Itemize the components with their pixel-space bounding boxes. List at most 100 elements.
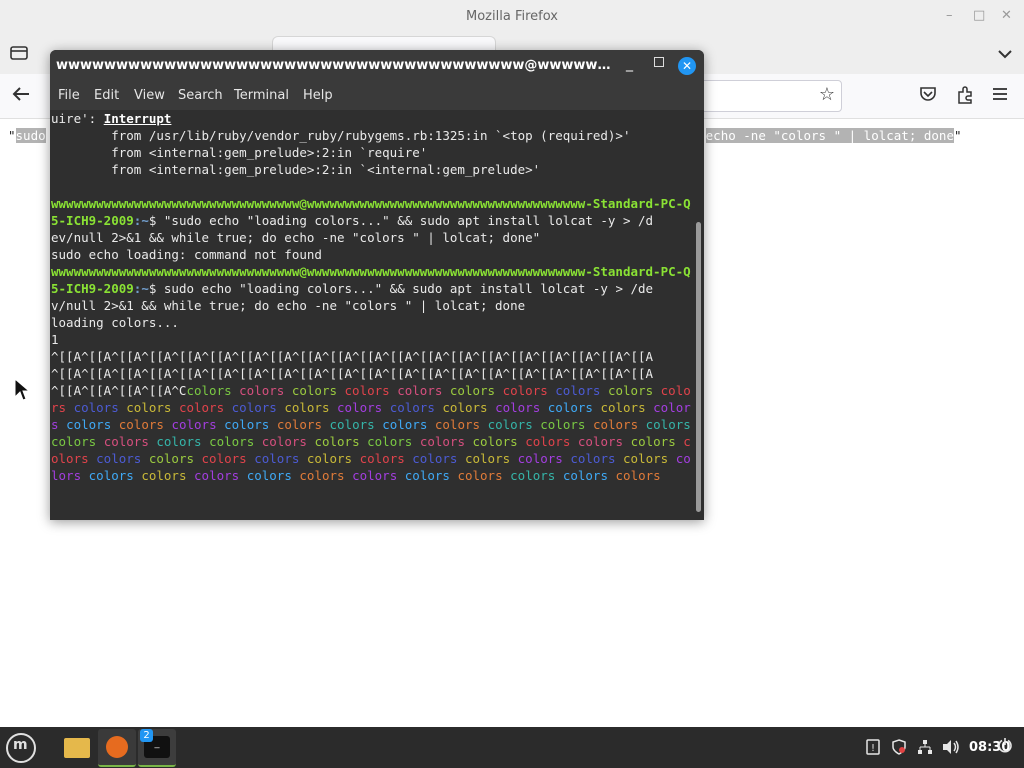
colors-word: colors	[449, 383, 503, 398]
colors-word: colors	[367, 434, 420, 449]
colors-word: colors	[607, 383, 661, 398]
prompt-user: 5-ICH9-2009	[51, 213, 134, 228]
terminal-window[interactable]: wwwwwwwwwwwwwwwwwwwwwwwwwwwwwwwwwwwwwww@…	[50, 50, 704, 520]
menu-file[interactable]: File	[58, 88, 80, 103]
taskbar-firefox[interactable]	[98, 729, 136, 767]
colors-word: colors	[623, 451, 676, 466]
output-line: from <internal:gem_prelude>:2:in `<inter…	[51, 162, 541, 177]
output-line: uire':	[51, 111, 104, 126]
terminal-titlebar[interactable]: wwwwwwwwwwwwwwwwwwwwwwwwwwwwwwwwwwwwwww@…	[50, 50, 704, 82]
menu-help[interactable]: Help	[303, 88, 333, 103]
colors-word: colors	[126, 400, 179, 415]
menu-edit[interactable]: Edit	[94, 88, 119, 103]
terminal-scrollbar[interactable]	[696, 222, 701, 512]
shield-icon[interactable]	[891, 739, 907, 759]
colors-word: colors	[141, 468, 195, 483]
chevron-down-icon[interactable]	[998, 44, 1012, 63]
colors-word: colors	[231, 400, 285, 415]
colors-word: colors	[397, 383, 450, 398]
taskbar-files[interactable]	[58, 729, 96, 765]
output-line: from <internal:gem_prelude>:2:in `requir…	[51, 145, 428, 160]
colors-word: colors	[555, 383, 608, 398]
colors-word: colors	[103, 434, 157, 449]
folder-icon	[64, 738, 90, 758]
colors-word: colors	[88, 468, 142, 483]
prompt-user: wwwwwwwwwwwwwwwwwwwwwwwwwwwwwwwww@wwwwww…	[51, 196, 691, 211]
power-icon[interactable]	[997, 737, 1015, 755]
output-line: from /usr/lib/ruby/vendor_ruby/rubygems.…	[51, 128, 631, 143]
svg-text:!: !	[871, 743, 875, 754]
colors-word: colors	[570, 451, 624, 466]
firefox-titlebar: Mozilla Firefox – □ ✕	[0, 0, 1024, 34]
colors-word: colors	[434, 417, 488, 432]
colors-word: colors	[540, 417, 593, 432]
prompt-path: :~	[133, 281, 149, 296]
error-line: sudo echo loading: command not found	[51, 247, 322, 262]
colors-word: colors	[314, 434, 368, 449]
colors-word: colors	[261, 434, 315, 449]
output-line: loading colors...	[51, 315, 179, 330]
colors-word: colors	[600, 400, 654, 415]
terminal-output[interactable]: uire': Interrupt from /usr/lib/ruby/vend…	[51, 110, 691, 520]
terminal-maximize-button[interactable]	[654, 57, 664, 67]
command-line: $ sudo echo "loading colors..." && sudo …	[148, 281, 654, 296]
colors-word: colors	[254, 451, 307, 466]
colors-word: colors	[645, 417, 691, 432]
colors-word: colors	[51, 434, 104, 449]
colors-word: colors	[276, 417, 330, 432]
colors-word: colors	[344, 383, 398, 398]
colors-word: colors	[517, 451, 571, 466]
quote-left: "	[8, 128, 16, 143]
terminal-minimize-button[interactable]: _	[626, 56, 633, 72]
menu-terminal[interactable]: Terminal	[234, 88, 289, 103]
colors-word: colors	[329, 417, 383, 432]
colors-word: colors	[73, 400, 127, 415]
firefox-icon	[106, 736, 128, 758]
window-count-badge: 2	[140, 729, 153, 742]
tabs-icon[interactable]	[10, 44, 30, 62]
lolcat-colors-output: colors colors colors colors colors color…	[51, 383, 691, 483]
volume-icon[interactable]	[942, 739, 960, 759]
firefox-minimize-button[interactable]: –	[946, 8, 953, 23]
colors-word: colors	[577, 434, 631, 449]
firefox-window-title: Mozilla Firefox	[466, 9, 558, 24]
quote-right: "	[954, 128, 962, 143]
colors-word: colors	[209, 434, 262, 449]
star-icon[interactable]: ☆	[819, 84, 835, 105]
colors-word: colors	[201, 451, 255, 466]
firefox-close-button[interactable]: ✕	[1001, 8, 1012, 23]
colors-word: colors	[239, 383, 292, 398]
menu-search[interactable]: Search	[178, 88, 223, 103]
prompt-user: 5-ICH9-2009	[51, 281, 134, 296]
colors-word: colors	[525, 434, 578, 449]
menu-view[interactable]: View	[134, 88, 165, 103]
colors-word: colors	[299, 468, 353, 483]
extensions-icon[interactable]	[956, 86, 974, 108]
command-line: $ "sudo echo "loading colors..." && sudo…	[148, 213, 654, 228]
colors-word: colors	[389, 400, 443, 415]
colors-word: colors	[502, 383, 556, 398]
colors-word: colors	[148, 451, 202, 466]
command-line: v/null 2>&1 && while true; do echo -ne "…	[51, 298, 526, 313]
update-manager-icon[interactable]: !	[866, 739, 880, 759]
terminal-close-button[interactable]: ✕	[678, 57, 696, 75]
colors-word: colors	[464, 451, 518, 466]
network-icon[interactable]	[917, 739, 933, 759]
escape-sequence-line: ^[[A^[[A^[[A^[[A^C	[51, 383, 187, 398]
colors-word: colors	[96, 451, 149, 466]
colors-word: colors	[284, 400, 338, 415]
colors-word: colors	[547, 400, 601, 415]
colors-word: colors	[118, 417, 172, 432]
hamburger-menu-icon[interactable]	[992, 86, 1008, 105]
colors-word: colors	[472, 434, 526, 449]
colors-word: colors	[630, 434, 684, 449]
pocket-icon[interactable]	[919, 86, 937, 106]
firefox-maximize-button[interactable]: □	[973, 8, 985, 23]
colors-word: colors	[337, 400, 390, 415]
colors-word: colors	[186, 383, 240, 398]
interrupt-text: Interrupt	[103, 111, 172, 126]
taskbar-terminal[interactable]: _ 2	[138, 729, 176, 767]
back-arrow-icon[interactable]	[12, 86, 30, 107]
mint-menu-icon[interactable]: m	[6, 733, 36, 763]
colors-word: colors	[442, 400, 496, 415]
